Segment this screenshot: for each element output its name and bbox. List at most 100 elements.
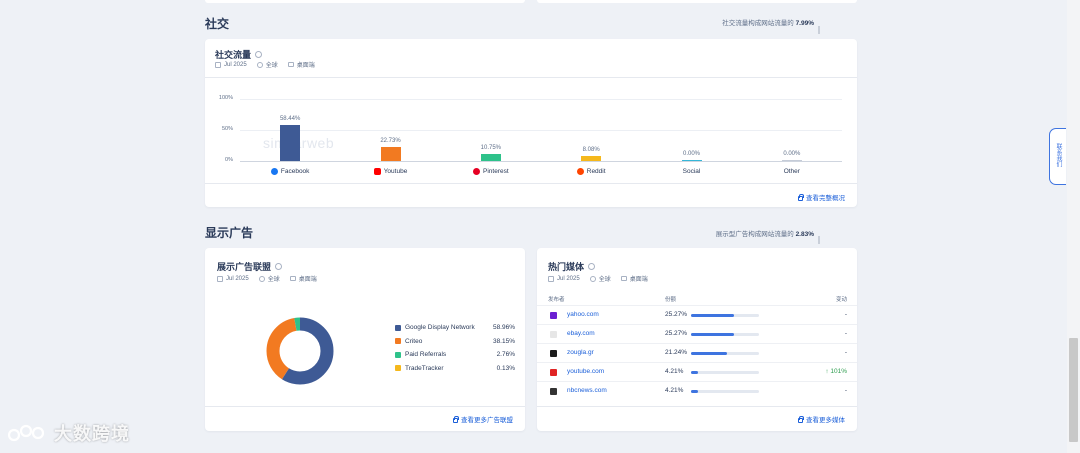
table-row[interactable]: youtube.com 4.21% ↑ 101% [537,362,857,381]
brand-watermark: 大数跨境 [8,420,130,446]
table-row[interactable]: zougla.gr 21.24% - [537,343,857,362]
share-bar-track [691,333,759,336]
display-note-value: 2.83% [795,231,814,238]
site-share-value: 4.21% [665,387,684,394]
site-share-value: 4.21% [665,368,684,375]
site-link[interactable]: nbcnews.com [567,387,607,394]
brand-logo-icon [8,424,45,442]
legend-label: Criteo [405,337,423,345]
bar-facebook[interactable] [280,124,301,161]
site-favicon-icon [550,331,557,338]
site-favicon-icon [550,350,557,357]
social-section-title: 社交 [205,17,230,31]
meta-date: Jul 2025 [224,61,247,68]
info-icon[interactable] [255,51,263,59]
share-bar-track [691,390,759,393]
calendar-icon [548,275,554,282]
table-row[interactable]: ebay.com 25.27% - [537,324,857,343]
view-more-ad-networks-label: 查看更多广告联盟 [461,417,513,424]
site-link[interactable]: youtube.com [567,368,604,375]
legend-label: TradeTracker [405,364,444,372]
lock-icon [798,193,804,201]
social-note-value: 7.99% [795,20,814,27]
site-favicon-icon [550,388,557,395]
bar-other[interactable] [781,159,802,161]
youtube-icon [373,168,381,175]
lock-icon [453,415,459,423]
category-label-pinterest: Pinterest [456,168,526,175]
y-tick-label: 100% [218,95,233,101]
chart-gridline [240,161,842,162]
site-favicon-icon [550,369,557,376]
view-more-media-link[interactable]: 查看更多媒体 [798,414,845,424]
share-bar-track [691,371,759,374]
category-label-facebook: Facebook [255,168,325,175]
info-icon[interactable] [275,263,283,271]
social-card-meta: Jul 2025 全球 桌面端 [215,60,315,69]
chart-gridline [240,99,842,100]
site-favicon-icon [550,312,557,319]
view-full-overview-label: 查看完整概况 [806,195,845,202]
category-label-youtube: Youtube [356,168,426,175]
site-link[interactable]: ebay.com [567,330,595,337]
calendar-icon [215,61,221,68]
category-label-text: Youtube [383,168,408,175]
note-marker [818,236,820,244]
share-bar-fill [691,390,699,393]
contact-side-tab-label: 联系我们 [1055,143,1061,167]
view-full-overview-link[interactable]: 查看完整概况 [798,192,845,202]
card-footer-divider [205,406,525,407]
share-bar-fill [691,352,728,355]
site-link[interactable]: yahoo.com [567,311,599,318]
legend-item[interactable]: TradeTracker 0.13% [395,365,515,372]
legend-item[interactable]: Google Display Network 58.96% [395,324,515,331]
publisher-header[interactable]: 发布者 [548,295,565,303]
bar-social[interactable] [681,159,702,161]
legend-item[interactable]: Criteo 38.15% [395,338,515,345]
contact-side-tab[interactable]: 联系我们 [1049,128,1066,185]
info-icon[interactable] [588,263,596,271]
display-note-text: 展示型广告构成网站流量的 [715,231,794,238]
legend-value: 2.76% [496,351,515,358]
table-row[interactable]: nbcnews.com 4.21% - [537,381,857,400]
category-label-text: Reddit [586,168,606,175]
category-label-text: Other [783,168,800,175]
site-change-value: - [844,330,847,337]
desktop-icon [289,276,296,281]
site-link[interactable]: zougla.gr [567,349,594,356]
ad-networks-donut-chart [266,317,334,385]
bar-pinterest[interactable] [480,154,501,161]
table-row[interactable]: yahoo.com 25.27% - [537,305,857,324]
social-traffic-card: 社交流量 Jul 2025 全球 桌面端 similarweb 100%50%0… [205,39,857,207]
change-header[interactable]: 变动 [836,295,847,303]
y-tick-label: 50% [221,126,233,132]
top-media-table: yahoo.com 25.27% - ebay.com 25.27% - zougla.gr… [537,305,857,400]
scrollbar-thumb[interactable] [1069,338,1078,442]
site-share-value: 25.27% [665,330,688,337]
ad-networks-title-text: 展示广告联盟 [217,262,272,272]
bar-value-label: 0.00% [682,150,700,157]
category-label-social: Social [657,168,727,175]
legend-swatch [395,365,401,371]
ad-networks-card: 展示广告联盟 Jul 2025 全球 桌面端 Google Display Ne… [205,248,525,431]
view-more-ad-networks-link[interactable]: 查看更多广告联盟 [453,414,513,424]
legend-item[interactable]: Paid Referrals 2.76% [395,351,515,358]
page-scrollbar[interactable] [1067,0,1080,453]
meta-device: 桌面端 [298,277,317,283]
legend-label: Paid Referrals [405,351,447,358]
legend-value: 58.96% [492,324,515,331]
site-share-value: 21.24% [665,349,688,356]
bar-reddit[interactable] [581,155,602,161]
card-footer-divider [205,183,857,184]
y-tick-label: 0% [225,157,233,163]
legend-value: 0.13% [496,364,515,372]
share-header[interactable]: 份额 [665,295,676,303]
brand-watermark-text: 大数跨境 [54,424,130,444]
meta-region: 全球 [598,277,611,283]
bar-youtube[interactable] [380,146,401,161]
legend-swatch [395,351,401,358]
legend-label: Google Display Network [405,324,475,331]
card-footer-divider [537,406,857,407]
social-bar-chart: similarweb 100%50%0%58.44%Facebook22.73%… [205,77,857,187]
social-card-title-text: 社交流量 [215,50,252,60]
